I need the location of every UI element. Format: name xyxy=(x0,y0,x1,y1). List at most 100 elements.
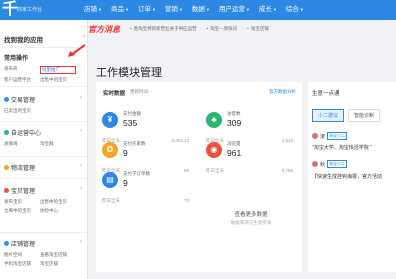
metric-payment-amount[interactable]: ¥ 支付金额 535 昨日全天 5,363.13 xyxy=(96,110,193,143)
metric-label: 支付金额 xyxy=(123,111,141,116)
sidebar: 找到我的应用 › 常用操作 发布商 批量推广 客户运营平台 出售中的宝贝 交易管… xyxy=(0,20,88,279)
sidebar-link-items-on-sale[interactable]: 出售中的宝贝 xyxy=(40,199,76,205)
store-links: 图片空间 查看淘宝店铺 手机淘宝店铺 淘宝店铺 xyxy=(4,252,84,267)
sidebar-link-taobao-store[interactable]: 淘宝店铺 xyxy=(40,261,76,267)
sidebar-link-view-store[interactable]: 查看淘宝店铺 xyxy=(40,252,76,258)
metric-foot-label: 昨日全天 xyxy=(102,198,120,203)
metric-label: 访客数 xyxy=(227,111,241,116)
sidebar-link-on-sale[interactable]: 出售中的宝贝 xyxy=(40,77,76,83)
nav-item-orders[interactable]: 订单▼ xyxy=(138,0,156,20)
status-badge: 淘宝小二 xyxy=(327,160,348,168)
chevron-down-icon: ▼ xyxy=(151,7,156,12)
chevron-right-icon: › xyxy=(80,239,82,245)
metric-foot-value: 70 xyxy=(183,198,189,203)
metric-paying-buyers[interactable]: ✪ 支付买家数 9 昨日全天 69 xyxy=(96,140,193,173)
store-icon xyxy=(4,241,9,246)
eye-icon: ◉ xyxy=(206,142,222,158)
trade-links: 已卖出的宝贝 xyxy=(4,108,84,114)
tips-tabs: 小二建议 智能诊断 xyxy=(312,109,381,122)
sidebar-link-customer-ops[interactable]: 客户运营平台 xyxy=(4,77,40,83)
official-analysis-link[interactable]: 官方数据分析 xyxy=(269,89,296,95)
notice-item[interactable]: 香淘宝特新新营业关于供应运营 xyxy=(130,26,197,32)
sidebar-item-items[interactable]: 宝贝管理 xyxy=(4,186,84,195)
sidebar-link-batch-promote[interactable]: 批量推广 xyxy=(40,66,76,74)
find-app-link[interactable]: 找到我的应用 xyxy=(4,34,43,44)
metric-label: 浏览量 xyxy=(227,141,241,146)
more-data-subtitle: 数据来源于生意参谋 xyxy=(230,220,272,225)
notice-title: 官方消息 xyxy=(88,24,120,34)
buyer-icon: ✪ xyxy=(102,142,118,158)
metric-sub-orders[interactable]: ▤ 支付子订单数 9 昨日全天 70 xyxy=(96,170,193,203)
notice-item[interactable]: 淘宝一周快讯 xyxy=(207,26,237,32)
sidebar-link-sold[interactable]: 已卖出的宝贝 xyxy=(4,108,40,114)
divider xyxy=(0,86,87,87)
chevron-right-icon: › xyxy=(80,186,82,192)
footprint-icon: ♣ xyxy=(206,112,222,128)
self-ops-links: 发微海 淘宝群 xyxy=(4,141,84,147)
sidebar-link-mobile-store[interactable]: 手机淘宝店铺 xyxy=(4,261,40,267)
more-data-block[interactable]: 查看更多数据 数据来源于生意参谋 xyxy=(216,210,286,226)
logistics-icon xyxy=(4,165,9,170)
avatar xyxy=(312,161,318,167)
chevron-down-icon: ▼ xyxy=(299,7,304,12)
chevron-down-icon: ▼ xyxy=(98,7,102,12)
metric-value: 535 xyxy=(123,118,138,128)
notice-item[interactable]: 淘宝店铺 xyxy=(247,26,269,32)
sidebar-link-publish-item[interactable]: 发布宝贝 xyxy=(4,199,40,205)
brand-subtitle: 商家工作台 xyxy=(17,7,43,13)
nav-item-store[interactable]: 店铺▼ xyxy=(84,0,102,20)
nav-item-growth[interactable]: 成长▼ xyxy=(259,0,277,20)
chevron-down-icon: ▼ xyxy=(272,7,277,12)
chevron-down-icon: ▼ xyxy=(124,7,129,12)
panel-title: 实时数据 xyxy=(103,91,126,97)
sidebar-link-publish[interactable]: 发布商 xyxy=(4,66,40,74)
metric-visitors[interactable]: ♣ 访客数 309 昨日全天 1,615 xyxy=(200,110,297,143)
sidebar-link-checkup[interactable]: 体检中心 xyxy=(40,208,76,214)
update-time: 更新时间: - xyxy=(130,89,153,94)
author-name: 秋 xyxy=(320,161,326,168)
common-ops-links: 发布商 批量推广 客户运营平台 出售中的宝贝 xyxy=(4,66,84,83)
nav-item-user-ops[interactable]: 用户运营▼ xyxy=(219,0,250,20)
tip-text[interactable]: 【快速生成挂钩海报，官方活动 xyxy=(312,173,382,180)
tip-author-row: 秋 淘宝小二 xyxy=(312,160,348,168)
metric-page-views[interactable]: ◉ 浏览量 961 昨日全天 3,765 xyxy=(200,140,297,173)
sidebar-section-self-ops: 自运营中心 › 发微海 淘宝群 xyxy=(4,128,84,147)
sidebar-item-self-ops[interactable]: 自运营中心 xyxy=(4,128,84,137)
divider xyxy=(0,156,87,157)
nav-item-products[interactable]: 商品▼ xyxy=(111,0,129,20)
order-icon: ▤ xyxy=(102,172,118,188)
sidebar-link-weitao[interactable]: 发微海 xyxy=(4,141,40,147)
sidebar-item-label: 店铺管理 xyxy=(11,242,36,248)
sidebar-item-trade[interactable]: 交易管理 xyxy=(4,95,84,104)
brand-logo[interactable]: 千 xyxy=(2,0,18,20)
sidebar-item-label: 自运营中心 xyxy=(11,131,42,137)
metric-value: 9 xyxy=(123,178,128,188)
metric-label: 支付买家数 xyxy=(123,141,146,146)
tab-advice[interactable]: 小二建议 xyxy=(312,109,345,122)
avatar xyxy=(312,133,318,139)
divider xyxy=(0,121,87,122)
sidebar-link-taobao-group[interactable]: 淘宝群 xyxy=(40,141,76,147)
sidebar-link-image-space[interactable]: 图片空间 xyxy=(4,252,40,258)
sidebar-section-items: 宝贝管理 › 发布宝贝 出售中的宝贝 仓库中的宝贝 体检中心 xyxy=(4,186,84,214)
nav-item-marketing[interactable]: 营销▼ xyxy=(165,0,183,20)
divider xyxy=(0,178,87,179)
business-tips-panel: 生意一点通 小二建议 智能诊断 淑 淘宝小二 "淘宝大学，淘宝快活学院 " 秋 … xyxy=(308,82,396,272)
tip-author-row: 淑 淘宝小二 xyxy=(312,132,348,140)
sidebar-section-store: 店铺管理 › 图片空间 查看淘宝店铺 手机淘宝店铺 淘宝店铺 xyxy=(4,239,84,267)
tab-diagnosis[interactable]: 智能诊断 xyxy=(348,109,381,122)
sidebar-link-warehouse[interactable]: 仓库中的宝贝 xyxy=(4,208,40,214)
nav-item-data[interactable]: 数据▼ xyxy=(192,0,210,20)
tip-text[interactable]: "淘宝大学，淘宝快活学院 " xyxy=(312,144,372,151)
panel-title: 生意一点通 xyxy=(312,91,340,97)
trade-icon xyxy=(4,97,9,102)
sidebar-item-store[interactable]: 店铺管理 xyxy=(4,239,84,248)
metric-foot-label: 昨日全天 xyxy=(206,168,224,173)
realtime-data-panel: 实时数据 更新时间: - 官方数据分析 ¥ 支付金额 535 昨日全天 5,36… xyxy=(96,82,302,272)
author-name: 淑 xyxy=(320,133,326,140)
nav-item-general[interactable]: 综合▼ xyxy=(286,0,304,20)
sidebar-item-logistics[interactable]: 物流管理 xyxy=(4,163,84,172)
top-navbar: 千 商家工作台 店铺▼ 商品▼ 订单▼ 营销▼ 数据▼ 用户运营▼ 成长▼ 综合… xyxy=(0,0,396,20)
chevron-right-icon: › xyxy=(83,34,85,40)
panel-header: 实时数据 更新时间: - xyxy=(103,89,152,97)
